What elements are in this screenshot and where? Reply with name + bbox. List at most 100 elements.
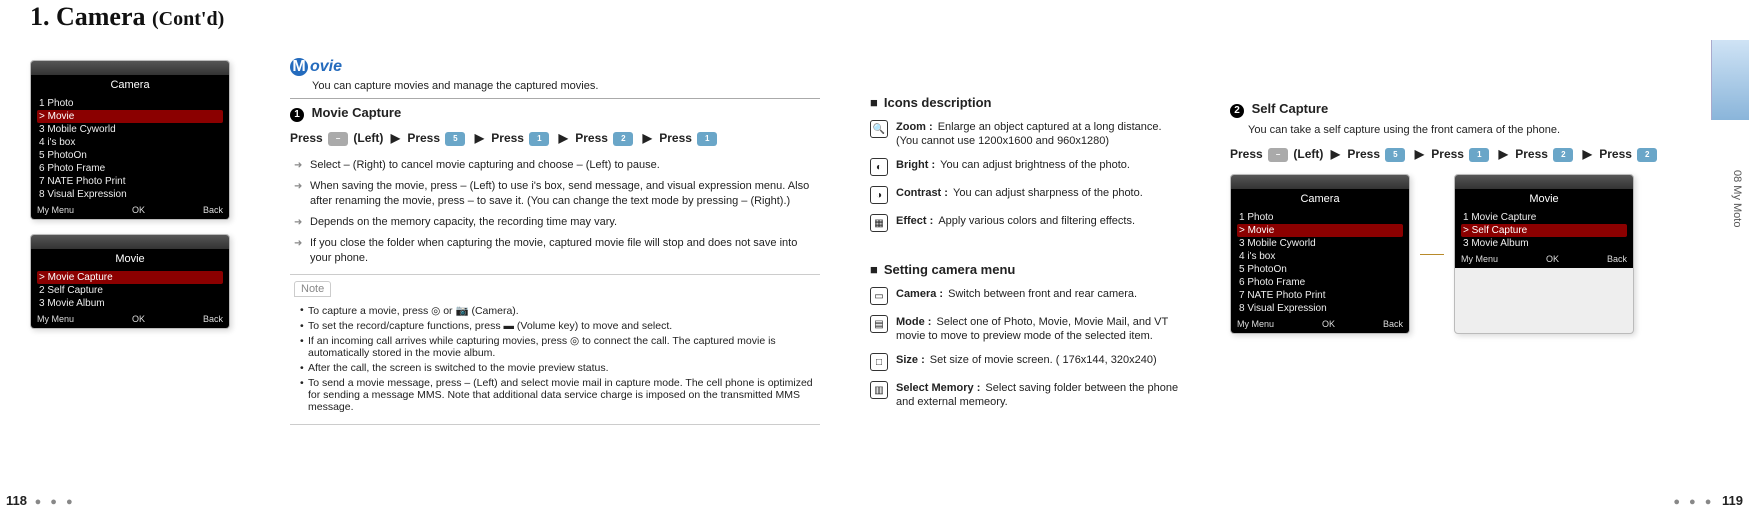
press-label: Press [491,131,524,145]
shot-menu-item: 8 Visual Expression [1237,302,1403,315]
shot-title: Camera [1231,189,1409,211]
icons-heading: Icons description [870,95,1180,110]
softkey-center: OK [1546,254,1559,264]
instruction-item: If you close the folder when capturing t… [294,236,820,266]
shot-title: Movie [31,249,229,271]
definition-body: Camera : Switch between front and rear c… [896,287,1180,305]
settings-heading: Setting camera menu [870,262,1180,277]
instruction-item: When saving the movie, press – (Left) to… [294,179,820,209]
definition-row: □Size : Set size of movie screen. ( 176x… [870,353,1180,371]
step-title: Movie Capture [312,105,402,120]
self-capture-shots: Camera 1 Photo> Movie3 Mobile Cyworld4 i… [1230,174,1709,334]
softkey-right: Back [1383,319,1403,329]
definition-body: Contrast : You can adjust sharpness of t… [896,186,1180,204]
definition-label: Camera : [896,288,946,300]
shot-softkeys: My Menu OK Back [31,312,229,328]
note-item: After the call, the screen is switched t… [300,362,816,374]
shot-menu-item: > Movie [37,110,223,123]
shot-body: Movie > Movie Capture2 Self Capture3 Mov… [31,249,229,328]
softkey-center: OK [1322,319,1335,329]
shot-softkeys: My Menu OK Back [1231,317,1409,333]
key-icon: 2 [1637,148,1657,162]
manual-spread: 1. Camera (Cont'd) Camera 1 Photo> Movie… [0,0,1749,510]
softkey-right: Back [203,205,223,215]
page-dots: ● ● ● [1673,496,1714,508]
shot-menu-list: > Movie Capture2 Self Capture3 Movie Alb… [31,271,229,312]
self-capture-section: 2 Self Capture You can take a self captu… [1200,0,1749,510]
softkey-center: OK [132,314,145,324]
feature-subtext: You can capture movies and manage the ca… [312,80,820,92]
definition-label: Bright : [896,159,938,171]
step-number: 1 [290,108,304,122]
shot-softkeys: My Menu OK Back [1455,252,1633,268]
definition-row: ▥Select Memory : Select saving folder be… [870,381,1180,409]
shot-softkeys: My Menu OK Back [31,203,229,219]
definition-row: ▦ Effect : Apply various colors and filte… [870,214,1180,232]
definition-icon: ▤ [870,315,888,333]
icons-list: 🔍Zoom : Enlarge an object captured at a … [870,120,1180,232]
feature-rest: ovie [310,58,342,75]
softkey-center: OK [132,205,145,215]
side-tab [1711,40,1749,120]
key-icon: 1 [697,132,717,146]
definition-row: ◐ Bright : You can adjust brightness of t… [870,158,1180,176]
key-icon: 5 [445,132,465,146]
definition-icon: ◑ [870,186,888,204]
arrow-icon: ▶ [1415,147,1424,161]
arrow-icon: ▶ [391,131,400,145]
shot-menu-item: 6 Photo Frame [37,162,223,175]
shot-menu-item: 1 Movie Capture [1461,211,1627,224]
definition-icon: ◐ [870,158,888,176]
shot-menu-item: 2 Self Capture [37,284,223,297]
key-icon: – [328,132,348,146]
key-icon: 2 [1553,148,1573,162]
definition-body: Effect : Apply various colors and filter… [896,214,1180,232]
shot-title: Movie [1455,189,1633,211]
softkey-left: My Menu [37,314,74,324]
arrow-icon: ▶ [1583,147,1592,161]
press-label: Press [290,131,323,145]
shot-statusbar [31,61,229,75]
note-item: If an incoming call arrives while captur… [300,335,816,359]
definition-icon: ▦ [870,214,888,232]
shot-title: Camera [31,75,229,97]
softkey-left: My Menu [1237,319,1274,329]
shot-menu-item: 7 NATE Photo Print [1237,289,1403,302]
shot-menu-item: 3 Movie Album [1461,237,1627,250]
press-label: Press [575,131,608,145]
definition-body: Size : Set size of movie screen. ( 176x1… [896,353,1180,371]
definition-icon: ▭ [870,287,888,305]
shot-menu-item: 1 Photo [37,97,223,110]
arrow-icon: ▶ [559,131,568,145]
definition-body: Zoom : Enlarge an object captured at a l… [896,120,1180,148]
shot-menu-item: 1 Photo [1237,211,1403,224]
page-dots: ● ● ● [35,496,76,508]
shot-body: Movie 1 Movie Capture> Self Capture3 Mov… [1455,189,1633,268]
device-shot-camera: Camera 1 Photo> Movie3 Mobile Cyworld4 i… [30,60,230,220]
icons-settings-column: Icons description 🔍Zoom : Enlarge an obj… [840,0,1200,510]
softkey-left: My Menu [1461,254,1498,264]
definition-body: Bright : You can adjust brightness of th… [896,158,1180,176]
shot-menu-item: > Movie Capture [37,271,223,284]
arrow-icon: ▶ [1499,147,1508,161]
feature-heading: Movie [290,58,820,76]
self-capture-heading: 2 Self Capture [1230,101,1709,118]
definition-row: ▭ Camera : Switch between front and rear … [870,287,1180,305]
key-icon: 1 [529,132,549,146]
note-item: To set the record/capture functions, pre… [300,320,816,332]
key-qualifier: (Left) [353,131,383,145]
definition-icon: ▥ [870,381,888,399]
definition-label: Mode : [896,316,935,328]
device-shot-camera-2: Camera 1 Photo> Movie3 Mobile Cyworld4 i… [1230,174,1410,334]
note-item: To capture a movie, press ◎ or 📷 (Camera… [300,304,816,317]
key-sequence: Press – (Left) ▶ Press 5 ▶ Press 1 ▶ Pre… [290,128,820,148]
note-label: Note [294,281,331,297]
shot-menu-item: 5 PhotoOn [1237,263,1403,276]
softkey-right: Back [203,314,223,324]
page-number-right: ● ● ● 119 [1669,493,1743,508]
feature-letter: M [290,58,308,76]
connector-line [1420,174,1444,334]
step-number: 2 [1230,104,1244,118]
shot-menu-item: 4 i's box [1237,250,1403,263]
key-icon: 2 [613,132,633,146]
